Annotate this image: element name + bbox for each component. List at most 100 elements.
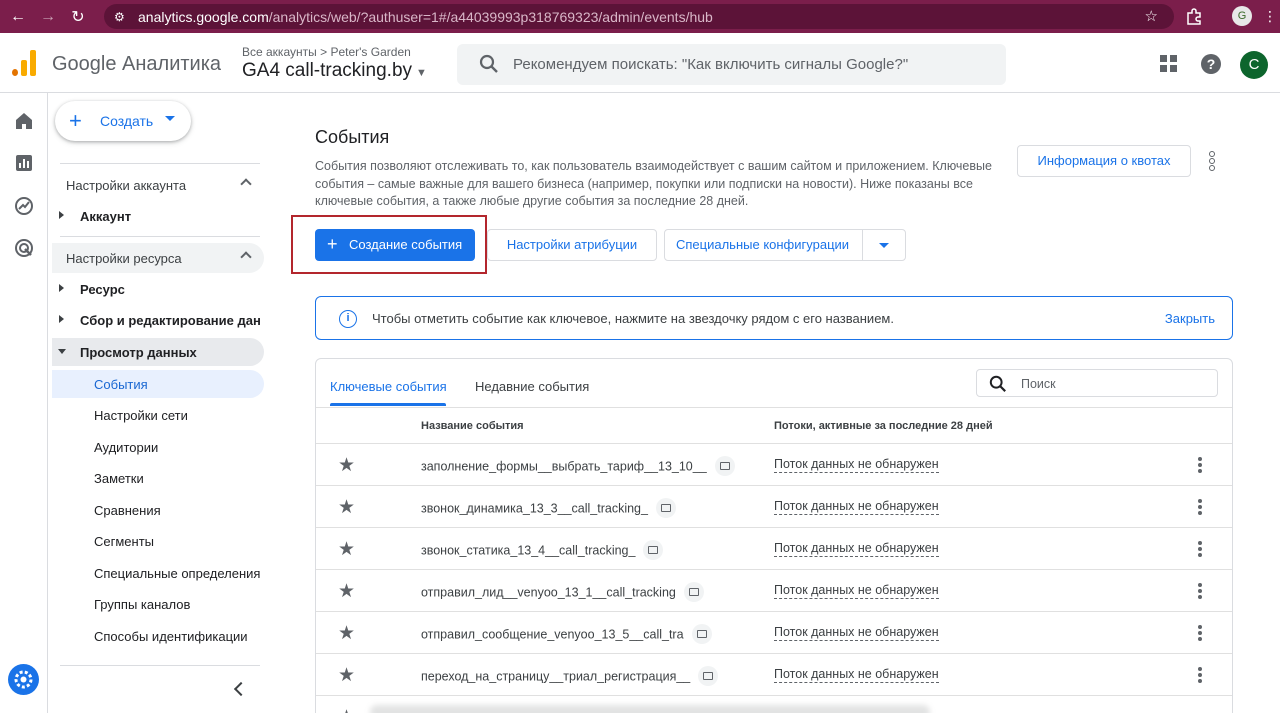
nav-item-property[interactable]: Ресурс	[52, 275, 264, 303]
explore-icon[interactable]	[14, 196, 34, 216]
breadcrumb-account[interactable]: Peter's Garden	[330, 45, 410, 59]
home-icon[interactable]	[14, 111, 34, 131]
key-event-star-icon[interactable]: ★	[338, 496, 355, 519]
event-name[interactable]: заполнение_формы__выбрать_тариф__13_10__	[421, 456, 735, 477]
active-tab-indicator	[330, 403, 446, 406]
event-details-icon[interactable]	[683, 582, 704, 602]
stream-status[interactable]: Поток данных не обнаружен	[774, 625, 939, 641]
user-avatar[interactable]: C	[1240, 51, 1268, 79]
event-details-icon[interactable]	[714, 456, 735, 476]
key-event-star-icon[interactable]: ★	[338, 706, 355, 713]
breadcrumb[interactable]: Все аккаунты > Peter's Garden	[242, 45, 411, 59]
breadcrumb-all-accounts[interactable]: Все аккаунты	[242, 45, 317, 59]
custom-config-button[interactable]: Специальные конфигурации	[664, 229, 906, 261]
banner-close-button[interactable]: Закрыть	[1165, 311, 1215, 326]
global-search-input[interactable]: Рекомендуем поискать: "Как включить сигн…	[457, 44, 1006, 85]
plus-icon: +	[69, 108, 82, 133]
table-row: ★ заполнение_формы__выбрать_тариф__13_10…	[316, 444, 1232, 486]
stream-status[interactable]: Поток данных не обнаружен	[774, 499, 939, 515]
nav-item-label: Аудитории	[94, 440, 159, 455]
key-event-star-icon[interactable]: ★	[338, 622, 355, 645]
nav-item-label: Ресурс	[80, 282, 125, 297]
nav-item-custom-definitions[interactable]: Специальные определения	[52, 559, 264, 587]
nav-item-identity[interactable]: Способы идентификации	[52, 622, 264, 650]
row-menu-icon[interactable]	[1198, 541, 1202, 559]
more-options-icon[interactable]	[1209, 151, 1215, 172]
event-name[interactable]: отправил_сообщение_venyoo_13_5__call_tra	[421, 624, 712, 645]
caret-down-icon[interactable]	[879, 243, 889, 248]
column-header-streams[interactable]: Потоки, активные за последние 28 дней	[774, 420, 993, 432]
table-search-input[interactable]: Поиск	[976, 369, 1218, 397]
event-name[interactable]: звонок_статика_13_4__call_tracking_	[421, 540, 664, 561]
row-menu-icon[interactable]	[1198, 667, 1202, 685]
info-banner: i Чтобы отметить событие как ключевое, н…	[315, 296, 1233, 340]
column-header-event-name[interactable]: Название события	[421, 420, 524, 432]
reload-icon[interactable]: ↻	[66, 5, 90, 29]
key-event-star-icon[interactable]: ★	[338, 538, 355, 561]
admin-gear-icon[interactable]	[8, 664, 39, 695]
event-details-icon[interactable]	[698, 666, 719, 686]
nav-item-data-collection[interactable]: Сбор и редактирование данных	[52, 306, 264, 334]
url-path: /analytics/web/?authuser=1#/a44039993p31…	[268, 8, 713, 25]
quota-info-button[interactable]: Информация о квотах	[1017, 145, 1191, 177]
nav-item-data-display[interactable]: Просмотр данных	[52, 338, 264, 366]
event-name[interactable]: звонок_динамика_13_3__call_tracking_	[421, 498, 676, 519]
nav-item-account[interactable]: Аккаунт	[52, 202, 264, 230]
button-label: Специальные конфигурации	[676, 237, 850, 252]
back-icon[interactable]: ←	[6, 5, 30, 29]
nav-item-network-settings[interactable]: Настройки сети	[52, 401, 264, 429]
row-menu-icon[interactable]	[1198, 499, 1202, 517]
reports-icon[interactable]	[14, 153, 34, 173]
attribution-settings-button[interactable]: Настройки атрибуции	[487, 229, 657, 261]
nav-item-comparisons[interactable]: Сравнения	[52, 496, 264, 524]
advertising-icon[interactable]	[14, 238, 34, 258]
expand-arrow-icon	[59, 211, 64, 219]
address-bar[interactable]: ⚙ analytics.google.com/analytics/web/?au…	[104, 4, 1174, 29]
key-event-star-icon[interactable]: ★	[338, 580, 355, 603]
event-name[interactable]: переход_на_страницу__триал_регистрация__	[421, 666, 719, 687]
create-button[interactable]: + Создать	[55, 101, 191, 141]
stream-status[interactable]: Поток данных не обнаружен	[774, 667, 939, 683]
event-name[interactable]: отправил_лид__venyoo_13_1__call_tracking	[421, 582, 704, 603]
row-menu-icon[interactable]	[1198, 625, 1202, 643]
create-event-button[interactable]: + Создание события	[315, 229, 475, 261]
property-name: GA4 call-tracking.by	[242, 60, 413, 81]
nav-item-channel-groups[interactable]: Группы каналов	[52, 590, 264, 618]
forward-icon[interactable]: →	[36, 5, 60, 29]
row-menu-icon[interactable]	[1198, 457, 1202, 475]
event-details-icon[interactable]	[691, 624, 712, 644]
extensions-icon[interactable]	[1185, 7, 1203, 25]
browser-profile-avatar[interactable]: G	[1232, 6, 1252, 26]
section-account-settings[interactable]: Настройки аккаунта	[52, 170, 264, 200]
event-name-text: отправил_лид__venyoo_13_1__call_tracking	[421, 585, 676, 600]
key-event-star-icon[interactable]: ★	[338, 454, 355, 477]
row-menu-icon[interactable]	[1198, 583, 1202, 601]
caret-down-icon	[165, 116, 175, 121]
site-settings-icon[interactable]: ⚙	[114, 10, 132, 24]
browser-menu-icon[interactable]: ⋮	[1263, 8, 1277, 25]
split-divider	[862, 230, 863, 260]
nav-item-segments[interactable]: Сегменты	[52, 527, 264, 555]
bookmark-star-icon[interactable]: ☆	[1145, 7, 1158, 25]
help-icon[interactable]: ?	[1200, 53, 1222, 75]
section-property-settings[interactable]: Настройки ресурса	[52, 243, 264, 273]
search-placeholder: Поиск	[1021, 377, 1056, 391]
event-name-text: переход_на_страницу__триал_регистрация__	[421, 669, 691, 684]
stream-status[interactable]: Поток данных не обнаружен	[774, 583, 939, 599]
tab-recent-events[interactable]: Недавние события	[475, 379, 589, 394]
nav-item-events[interactable]: События	[52, 370, 264, 398]
stream-status[interactable]: Поток данных не обнаружен	[774, 457, 939, 473]
collapse-nav-chevron-icon[interactable]	[233, 681, 249, 697]
event-name-text: отправил_сообщение_venyoo_13_5__call_tra	[421, 627, 684, 642]
stream-status[interactable]: Поток данных не обнаружен	[774, 541, 939, 557]
key-event-star-icon[interactable]: ★	[338, 664, 355, 687]
apps-grid-icon[interactable]	[1158, 53, 1180, 75]
nav-item-audiences[interactable]: Аудитории	[52, 433, 264, 461]
event-details-icon[interactable]	[655, 498, 676, 518]
nav-item-annotations[interactable]: Заметки	[52, 464, 264, 492]
event-details-icon[interactable]	[643, 540, 664, 560]
expand-arrow-icon	[59, 315, 64, 323]
property-selector[interactable]: GA4 call-tracking.by ▼	[242, 60, 427, 82]
tab-key-events[interactable]: Ключевые события	[330, 379, 447, 394]
url-host: analytics.google.com	[138, 8, 269, 25]
